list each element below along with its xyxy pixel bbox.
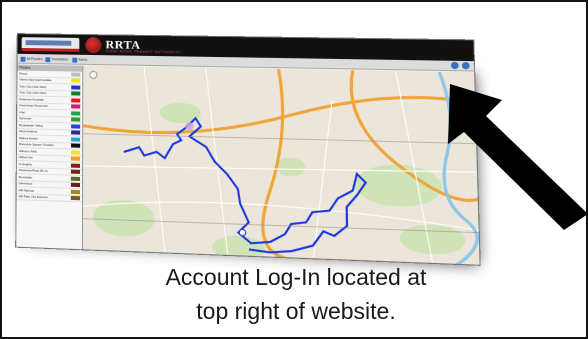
route-color-swatch — [71, 85, 81, 90]
account-login[interactable] — [450, 61, 470, 70]
route-list-item[interactable]: Mill Park City Express — [16, 193, 83, 203]
route-label: Willow's Park — [18, 148, 37, 154]
route-label: Route — [19, 71, 28, 76]
route-label: Twin City-Little Dairy — [19, 90, 47, 96]
route-label: Glenwood — [18, 181, 33, 186]
route-color-swatch — [70, 156, 81, 162]
route-label: Mill Springs — [18, 187, 35, 193]
map-canvas — [83, 66, 481, 266]
route-color-swatch — [70, 189, 81, 194]
route-marker — [185, 122, 194, 131]
route-label: Pinehurst-Rose Bl rev — [18, 168, 48, 174]
caption-line-1: Account Log-In located at — [165, 264, 427, 290]
route-stop-marker — [239, 229, 245, 235]
slide-frame: RRTA ROSE ROSE TRANSIT AUTHORITY All Rou… — [0, 0, 588, 339]
route-color-swatch — [71, 98, 81, 103]
route-color-swatch — [71, 150, 81, 155]
route-color-swatch — [70, 163, 81, 168]
route-label: Mill Park City Express — [18, 194, 48, 200]
route-label: West Ashland — [19, 129, 38, 134]
toolbar-timetables[interactable]: Timetables — [45, 56, 68, 62]
toolbar-alerts[interactable]: Alerts — [72, 57, 87, 63]
caption-line-2: top right of website. — [196, 298, 396, 324]
route-color-swatch — [71, 104, 81, 109]
route-color-swatch — [70, 196, 80, 201]
route-color-swatch — [71, 130, 81, 135]
route-label: Pella Ave-Foothills — [19, 97, 44, 102]
route-icon — [20, 56, 26, 62]
route-color-swatch — [71, 72, 81, 77]
route-label: Twin City-Little Dairy — [19, 84, 47, 89]
zoom-control-icon[interactable] — [89, 70, 98, 79]
route-color-swatch — [70, 169, 81, 175]
route-color-swatch — [71, 78, 81, 83]
user-icon[interactable] — [450, 61, 459, 70]
pointer-arrow-icon — [448, 84, 588, 230]
alert-icon — [72, 57, 78, 63]
toolbar-all-routes[interactable]: All Routes — [20, 56, 43, 62]
route-list: Route Harris Hwy-Intermediate Twin City-Li… — [16, 70, 83, 203]
calendar-icon — [45, 56, 51, 62]
route-label: Broadwater Valley — [19, 122, 44, 128]
route-label: Sylvester — [19, 116, 32, 121]
route-color-swatch — [71, 124, 81, 129]
route-color-swatch — [71, 117, 81, 122]
route-color-swatch — [71, 111, 81, 116]
route-sidebar: Routes Route Harris Hwy-Intermediate Twin … — [16, 64, 84, 252]
route-color-swatch — [70, 176, 81, 181]
route-color-swatch — [71, 137, 81, 142]
route-label: Walnut Harbor — [18, 135, 39, 141]
route-map[interactable] — [82, 65, 481, 266]
site-brand-subtitle: ROSE ROSE TRANSIT AUTHORITY — [105, 48, 181, 55]
route-label: Greenbriar-Rosemont — [19, 103, 49, 109]
settings-icon[interactable] — [461, 61, 470, 70]
route-color-swatch — [71, 91, 81, 96]
route-color-swatch — [70, 183, 81, 188]
route-label: Willow Hts — [18, 155, 33, 160]
route-label: Lilac — [19, 109, 26, 115]
bus-logo-icon — [21, 37, 80, 52]
route-label: Riverside Square Treaties — [18, 142, 54, 148]
website-screenshot: RRTA ROSE ROSE TRANSIT AUTHORITY All Rou… — [15, 33, 481, 266]
rose-logo-icon — [85, 37, 102, 54]
route-label: N Heights — [18, 161, 32, 167]
route-color-swatch — [71, 143, 81, 148]
route-label: Harris Hwy-Intermediate — [19, 77, 52, 83]
map-parks — [93, 102, 466, 262]
route-label: Brookside — [18, 174, 33, 180]
